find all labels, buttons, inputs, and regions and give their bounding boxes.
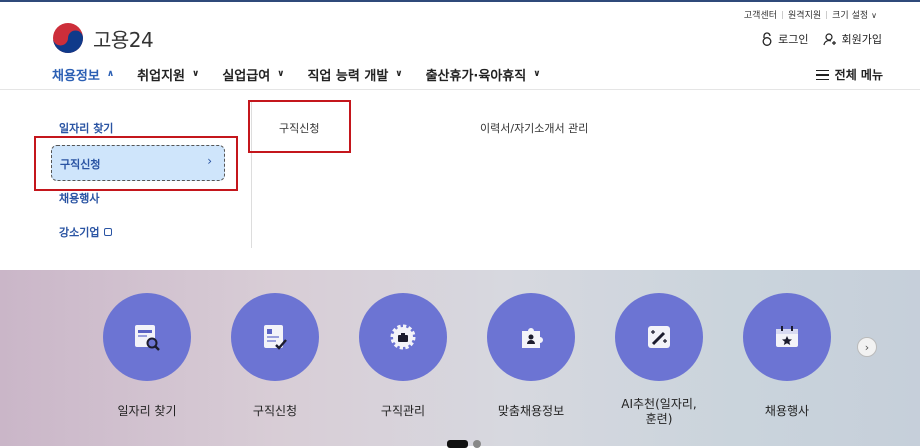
full-menu-button[interactable]: 전체 메뉴 bbox=[815, 66, 883, 83]
service-icon-circle bbox=[103, 293, 191, 381]
service-label: 일자리 찾기 bbox=[117, 404, 177, 418]
customer-center-link[interactable]: 고객센터 bbox=[739, 8, 782, 21]
service-job-search[interactable]: 일자리 찾기 bbox=[103, 293, 191, 419]
service-ai-recommend[interactable]: AI추천(일자리, 훈련) bbox=[615, 293, 703, 427]
chevron-up-icon: ∧ bbox=[106, 69, 115, 79]
lock-icon bbox=[762, 32, 772, 46]
service-icon-circle bbox=[231, 293, 319, 381]
chevron-down-icon: ∨ bbox=[871, 11, 877, 20]
nav-label: 출산휴가·육아휴직 bbox=[425, 68, 527, 84]
auth-links: 로그인 회원가입 bbox=[747, 31, 882, 47]
chevron-down-icon: ∨ bbox=[395, 69, 403, 79]
submenu-job-search[interactable]: 일자리 찾기 bbox=[59, 120, 113, 136]
calendar-star-icon bbox=[776, 326, 798, 347]
font-size-setting[interactable]: 크기 설정 ∨ bbox=[827, 8, 882, 21]
gear-briefcase-icon bbox=[390, 324, 416, 350]
nav-parental-leave[interactable]: 출산휴가·육아휴직 ∨ bbox=[426, 65, 541, 84]
chevron-down-icon: ∨ bbox=[277, 69, 285, 79]
service-events[interactable]: 채용행사 bbox=[743, 293, 831, 419]
hamburger-icon bbox=[815, 69, 829, 80]
full-menu-label: 전체 메뉴 bbox=[834, 68, 883, 82]
submenu-resume-manage[interactable]: 이력서/자기소개서 관리 bbox=[480, 120, 588, 136]
nav-label: 실업급여 bbox=[222, 68, 271, 84]
chevron-down-icon: ∨ bbox=[533, 69, 541, 79]
service-icon-circle bbox=[359, 293, 447, 381]
remote-support-link[interactable]: 원격지원 bbox=[783, 8, 826, 21]
document-search-icon bbox=[135, 325, 160, 351]
pagination-dot-active[interactable] bbox=[447, 440, 468, 448]
puzzle-person-icon bbox=[522, 328, 543, 348]
nav-label: 직업 능력 개발 bbox=[307, 68, 389, 84]
top-border bbox=[0, 0, 920, 2]
main-nav: 채용정보 ∧ 취업지원 ∨ 실업급여 ∨ 직업 능력 개발 ∨ 출산휴가·육아휴직 ∨ bbox=[52, 64, 564, 84]
login-button[interactable]: 로그인 bbox=[761, 31, 809, 47]
service-job-manage[interactable]: 구직관리 bbox=[359, 293, 447, 419]
nav-job-info[interactable]: 채용정보 ∧ bbox=[52, 65, 114, 84]
service-icon-circle bbox=[615, 293, 703, 381]
service-custom-info[interactable]: 맞춤채용정보 bbox=[487, 293, 575, 419]
service-label: 구직신청 bbox=[252, 404, 298, 418]
service-apply-job[interactable]: 구직신청 bbox=[231, 293, 319, 419]
nav-employment-support[interactable]: 취업지원 ∨ bbox=[137, 65, 199, 84]
login-label: 로그인 bbox=[778, 33, 809, 46]
carousel-next-button[interactable]: › bbox=[857, 337, 877, 357]
nav-vocational-training[interactable]: 직업 능력 개발 ∨ bbox=[307, 65, 402, 84]
service-carousel: 일자리 찾기 구직신청 구직관리 맞춤채용정보 AI추천(일자리, 훈련) 채용… bbox=[0, 270, 920, 448]
chevron-down-icon: ∨ bbox=[192, 69, 200, 79]
nav-label: 취업지원 bbox=[137, 68, 185, 84]
signup-label: 회원가입 bbox=[841, 33, 882, 46]
external-link-icon bbox=[104, 228, 113, 236]
site-logo[interactable]: 고용24 bbox=[52, 22, 154, 54]
taegeuk-logo-icon bbox=[53, 23, 83, 53]
service-label: 채용행사 bbox=[764, 404, 810, 418]
submenu-events[interactable]: 채용행사 bbox=[59, 190, 99, 206]
service-icon-circle bbox=[743, 293, 831, 381]
signup-button[interactable]: 회원가입 bbox=[822, 31, 882, 47]
highlight-box bbox=[34, 136, 238, 191]
service-label: 구직관리 bbox=[380, 404, 426, 418]
pagination-dot[interactable] bbox=[473, 440, 481, 448]
chevron-right-icon: › bbox=[864, 340, 870, 354]
utility-nav: 고객센터 원격지원 크기 설정 ∨ bbox=[739, 8, 882, 21]
magic-wand-icon bbox=[648, 326, 670, 348]
nav-label: 채용정보 bbox=[52, 68, 100, 84]
submenu-label: 강소기업 bbox=[59, 226, 100, 239]
service-icon-circle bbox=[487, 293, 575, 381]
service-label: AI추천(일자리, 훈련) bbox=[621, 397, 697, 426]
submenu-small-giant[interactable]: 강소기업 bbox=[59, 224, 113, 240]
add-user-icon bbox=[822, 32, 836, 45]
logo-text: 고용24 bbox=[93, 27, 154, 52]
carousel-pagination bbox=[447, 440, 481, 448]
highlight-box bbox=[248, 100, 351, 153]
nav-unemployment-benefit[interactable]: 실업급여 ∨ bbox=[222, 65, 284, 84]
document-check-icon bbox=[264, 325, 287, 350]
service-label: 맞춤채용정보 bbox=[497, 404, 565, 418]
